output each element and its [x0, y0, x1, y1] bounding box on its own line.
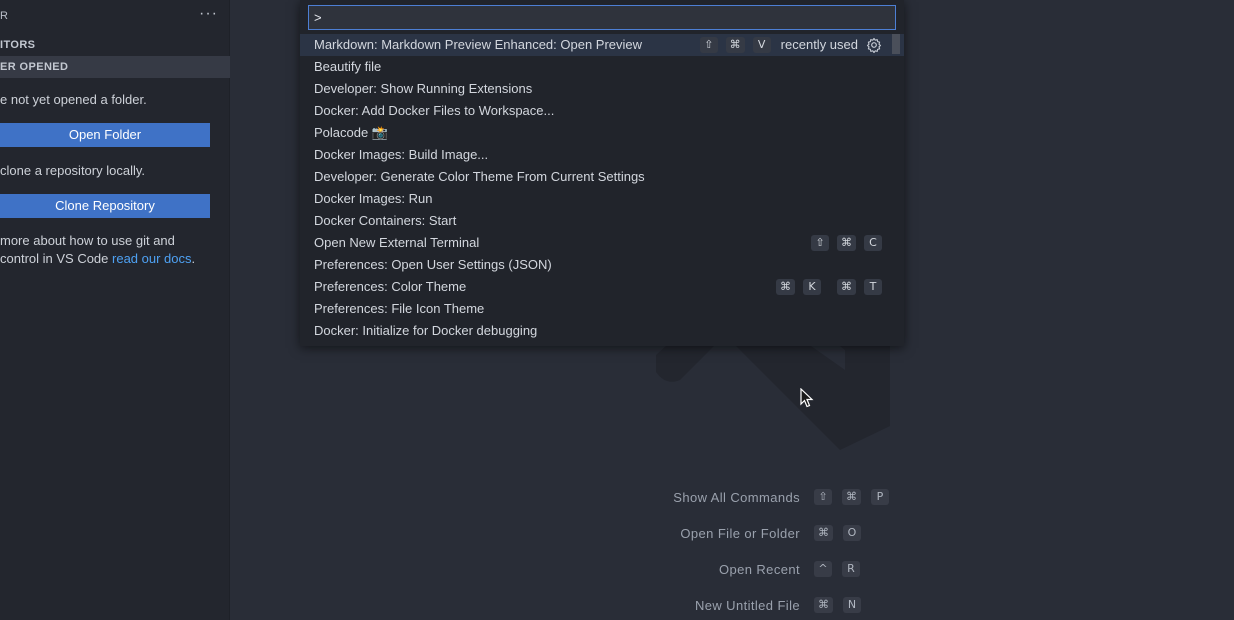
command-label: Docker: Add Docker Files to Workspace...: [314, 103, 555, 118]
recently-used-badge: recently used: [780, 37, 858, 52]
key-cap: ⇧: [811, 235, 829, 251]
command-label: Docker: Initialize for Docker debugging: [314, 323, 538, 338]
command-label: Markdown: Markdown Preview Enhanced: Ope…: [314, 37, 643, 52]
command-palette: Markdown: Markdown Preview Enhanced: Ope…: [300, 0, 904, 346]
mouse-pointer-icon: [800, 388, 814, 408]
shortcut-hint: New Untitled File ⌘ N: [0, 594, 1040, 616]
read-docs-link[interactable]: read our docs: [112, 251, 192, 266]
key-cap: K: [803, 279, 821, 295]
key-cap: C: [864, 235, 882, 251]
clone-message: clone a repository locally.: [0, 163, 145, 178]
open-editors-section[interactable]: ITORS: [0, 34, 230, 56]
key-cap: ⌘: [837, 235, 856, 251]
shortcut-hint: Show All Commands ⇧ ⌘ P: [0, 486, 1040, 508]
shortcut-label: Open Recent: [718, 561, 800, 577]
key-cap: ⇧: [699, 37, 718, 53]
command-list-scrollbar[interactable]: [892, 34, 900, 54]
command-label: Developer: Show Running Extensions: [314, 81, 533, 96]
shortcut-keys: ⌘ N: [814, 597, 871, 613]
shortcut-label: Open File or Folder: [680, 525, 800, 541]
key-cap: ^: [814, 561, 832, 577]
command-item[interactable]: Docker: Add Docker Files to Workspace...: [300, 100, 904, 122]
learn-more-line2: control in VS Code: [0, 251, 113, 266]
gear-icon[interactable]: [866, 37, 882, 53]
key-cap: O: [843, 525, 861, 541]
command-label: Docker Images: Run: [314, 191, 433, 206]
key-cap: ⇧: [814, 489, 832, 505]
key-cap: ⌘: [837, 279, 856, 295]
clone-repository-button[interactable]: Clone Repository: [0, 194, 210, 218]
key-cap: ⌘: [842, 489, 861, 505]
shortcut-label: New Untitled File: [694, 597, 800, 613]
shortcut-keys: ⇧ ⌘ P: [814, 489, 899, 505]
command-keybinding: ⌘ K ⌘ T: [768, 276, 882, 298]
command-label: Docker Images: Build Image...: [314, 147, 489, 162]
command-keybinding: ⇧ ⌘ C: [803, 232, 882, 254]
key-cap: ⌘: [725, 37, 745, 53]
command-item[interactable]: Preferences: File Icon Theme: [300, 298, 904, 320]
command-palette-input[interactable]: [308, 5, 896, 30]
no-folder-opened-section[interactable]: ER OPENED: [0, 56, 230, 78]
key-cap: ⌘: [814, 525, 833, 541]
command-item[interactable]: Markdown: Markdown Preview Enhanced: Ope…: [300, 34, 904, 56]
shortcut-hint: Open File or Folder ⌘ O: [0, 522, 1040, 544]
sidebar-header: R ···: [0, 5, 230, 26]
command-item[interactable]: Docker Images: Build Image...: [300, 144, 904, 166]
learn-more-text: more about how to use git and control in…: [0, 232, 215, 268]
key-cap: R: [842, 561, 860, 577]
command-label: Developer: Generate Color Theme From Cur…: [314, 169, 645, 184]
key-cap: T: [864, 279, 882, 295]
command-item[interactable]: Polacode 📸: [300, 122, 904, 144]
command-item[interactable]: Preferences: Open User Settings (JSON): [300, 254, 904, 276]
key-cap: P: [871, 489, 889, 505]
command-item[interactable]: Preferences: Color Theme ⌘ K ⌘ T: [300, 276, 904, 298]
more-actions-icon[interactable]: ···: [199, 5, 218, 23]
shortcut-keys: ^ R: [814, 561, 870, 577]
shortcut-keys: ⌘ O: [814, 525, 871, 541]
command-label: Polacode 📸: [314, 125, 389, 140]
command-item[interactable]: Developer: Generate Color Theme From Cur…: [300, 166, 904, 188]
key-cap: ⌘: [814, 597, 833, 613]
command-label: Open New External Terminal: [314, 235, 480, 250]
command-item[interactable]: Docker Containers: Start: [300, 210, 904, 232]
sidebar-title: R: [0, 10, 9, 22]
no-folder-message: e not yet opened a folder.: [0, 92, 147, 107]
command-item[interactable]: Beautify file: [300, 56, 904, 78]
shortcut-hint: Open Recent ^ R: [0, 558, 1040, 580]
command-label: Preferences: Open User Settings (JSON): [314, 257, 552, 272]
command-item[interactable]: Open New External Terminal ⇧ ⌘ C: [300, 232, 904, 254]
command-label: Preferences: File Icon Theme: [314, 301, 485, 316]
learn-more-suffix: .: [191, 251, 196, 266]
open-folder-button[interactable]: Open Folder: [0, 123, 210, 147]
command-label: Beautify file: [314, 59, 382, 74]
key-cap: N: [843, 597, 861, 613]
command-list: Markdown: Markdown Preview Enhanced: Ope…: [300, 34, 904, 342]
key-cap: V: [752, 37, 771, 53]
command-item[interactable]: Developer: Show Running Extensions: [300, 78, 904, 100]
command-label: Preferences: Color Theme: [314, 279, 467, 294]
learn-more-line1: more about how to use git and: [0, 233, 175, 248]
key-cap: ⌘: [776, 279, 795, 295]
shortcut-label: Show All Commands: [673, 489, 800, 505]
command-label: Docker Containers: Start: [314, 213, 457, 228]
command-keybinding: ⇧ ⌘ Vrecently used: [692, 34, 882, 56]
command-item[interactable]: Docker: Initialize for Docker debugging: [300, 320, 904, 342]
command-item[interactable]: Docker Images: Run: [300, 188, 904, 210]
